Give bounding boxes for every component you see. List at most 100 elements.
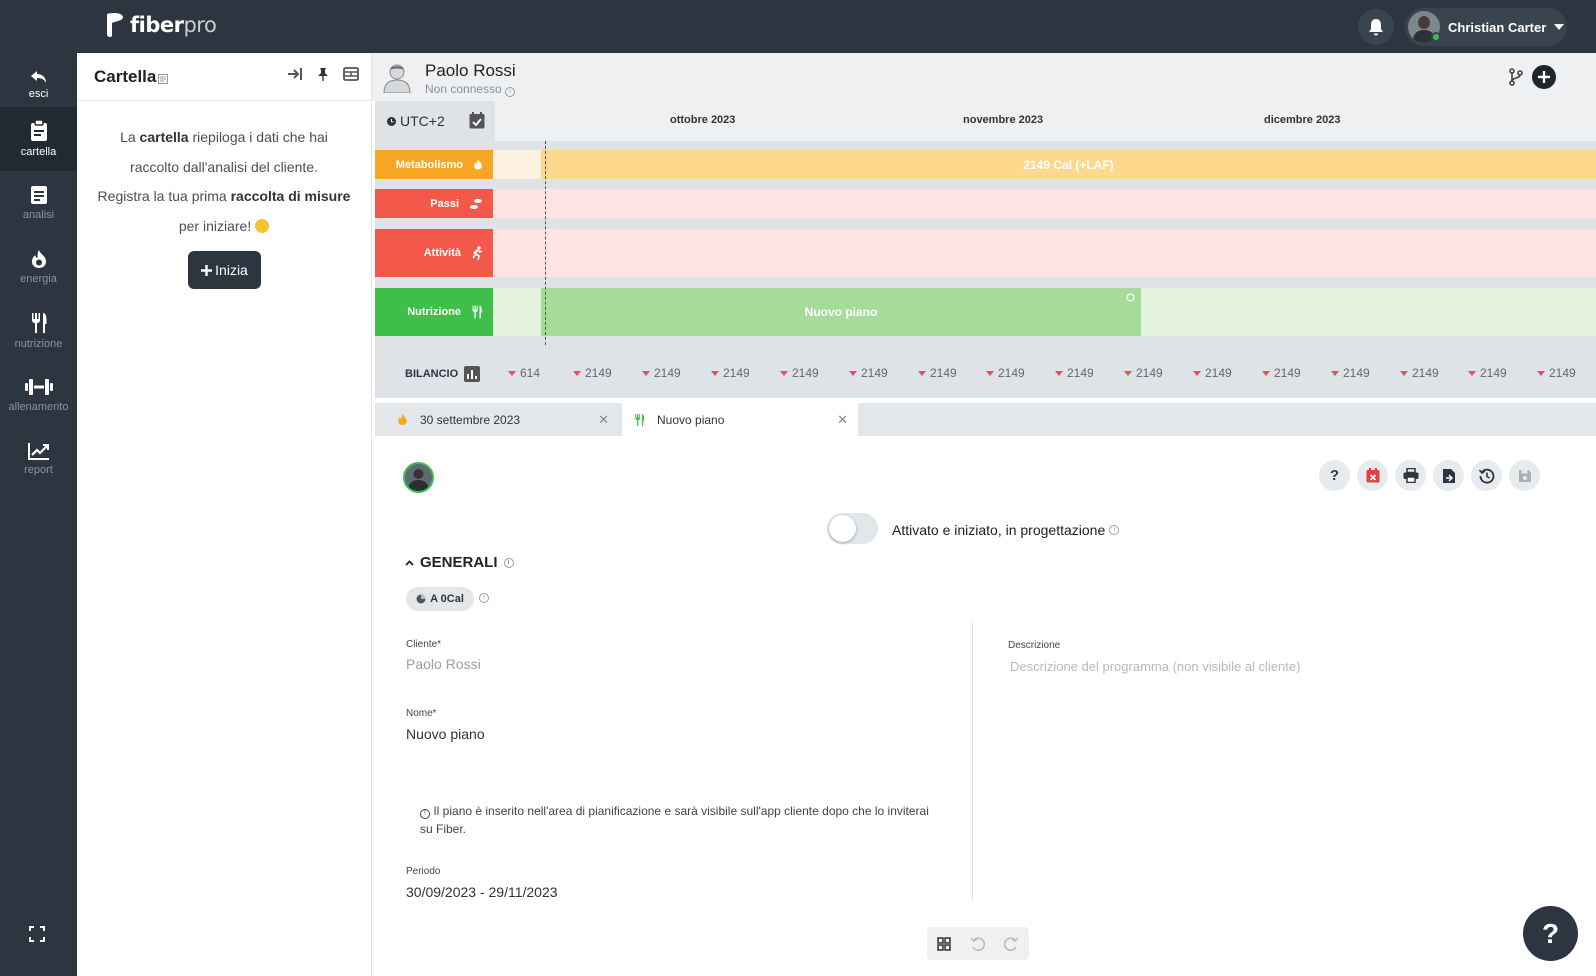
delete-button[interactable] (1357, 460, 1388, 491)
nutrizione-plan-bar[interactable]: Nuovo piano (541, 288, 1141, 336)
nav-energia[interactable]: energia (0, 235, 77, 299)
row-metabolismo[interactable]: Metabolismo (375, 150, 493, 179)
cartella-panel: Cartella La cartella riepiloga i dati ch… (77, 53, 372, 976)
metabolismo-bar-label: 2149 Cal (+LAF) (1023, 157, 1114, 172)
row-passi-track (493, 189, 1596, 218)
running-icon (472, 246, 483, 260)
cartella-header: Cartella (77, 53, 371, 101)
bilancio-value: 2149 (1400, 366, 1439, 380)
printer-icon (1403, 468, 1418, 483)
row-metabolismo-label: Metabolismo (395, 158, 463, 171)
info-icon[interactable]: i (505, 87, 516, 97)
nav-allenamento[interactable]: allenamento (0, 363, 77, 427)
nome-label: Nome* (406, 708, 437, 719)
inizia-button-label: Inizia (215, 262, 248, 278)
metabolismo-bar[interactable]: 2149 Cal (+LAF) (541, 150, 1596, 179)
month-header: ottobre 2023 novembre 2023 dicembre 2023 (495, 101, 1596, 141)
redo-icon[interactable] (1004, 936, 1019, 951)
descrizione-label: Descrizione (1008, 640, 1061, 651)
print-button[interactable] (1395, 460, 1426, 491)
client-status: Non connesso i (425, 82, 516, 97)
flame-icon (31, 250, 46, 268)
calories-chip[interactable]: A 0Cal (406, 587, 474, 611)
calendar-check-icon[interactable] (469, 112, 485, 129)
nav-analisi[interactable]: analisi (0, 171, 77, 235)
pin-icon[interactable] (317, 67, 329, 81)
undo-icon[interactable] (970, 936, 985, 951)
save-button[interactable] (1509, 460, 1540, 491)
back-arrow-icon (30, 71, 46, 83)
tab-energy-date[interactable]: 30 settembre 2023 ✕ (375, 403, 619, 436)
bilancio-value: 2149 (642, 366, 681, 380)
tab-label: Nuovo piano (657, 412, 725, 427)
online-indicator (1431, 32, 1441, 42)
activation-toggle[interactable] (827, 513, 878, 544)
close-tab-icon[interactable]: ✕ (837, 412, 848, 428)
cliente-field[interactable]: Paolo Rossi (406, 656, 481, 672)
bilancio-label: BILANCIO (405, 366, 481, 382)
clipboard-icon (30, 120, 47, 141)
bar-chart-icon[interactable] (464, 366, 481, 382)
month-label: novembre 2023 (963, 114, 1044, 126)
flame-icon (474, 159, 482, 170)
section-title: GENERALI (420, 554, 498, 571)
bilancio-value: 2149 (780, 366, 819, 380)
fullscreen-icon[interactable] (29, 926, 45, 942)
grid-icon[interactable] (936, 936, 951, 951)
bilancio-value: 2149 (1537, 366, 1576, 380)
close-tab-icon[interactable]: ✕ (598, 412, 609, 428)
footsteps-icon (470, 198, 482, 209)
history-button[interactable] (1471, 460, 1502, 491)
plan-toolbar: ? (1319, 460, 1540, 491)
info-icon[interactable]: i (503, 557, 514, 568)
periodo-field[interactable]: 30/09/2023 - 29/11/2023 (406, 884, 558, 900)
section-generali-header[interactable]: GENERALI i (405, 554, 514, 571)
cartella-intro: La cartella riepiloga i dati che hai rac… (97, 129, 351, 234)
periodo-label: Periodo (406, 866, 441, 877)
export-button[interactable] (1433, 460, 1464, 491)
row-passi[interactable]: Passi (375, 189, 493, 218)
bilancio-row: BILANCIO 614 2149 2149 2149 2149 2149 21… (375, 349, 1596, 398)
nutrizione-bar-label: Nuovo piano (804, 305, 878, 319)
cutlery-icon (635, 413, 645, 426)
bilancio-value: 2149 (573, 366, 612, 380)
row-attivita[interactable]: Attività (375, 229, 493, 277)
nav-report[interactable]: report (0, 427, 77, 491)
notifications-button[interactable] (1358, 9, 1394, 45)
info-icon[interactable]: i (479, 593, 489, 603)
cartella-title: Cartella (94, 66, 157, 86)
user-menu[interactable]: Christian Carter (1405, 8, 1567, 46)
row-attivita-track (493, 229, 1596, 277)
bilancio-value: 2149 (1193, 366, 1232, 380)
nav-nutrizione[interactable]: nutrizione (0, 299, 77, 363)
bilancio-value: 2149 (1124, 366, 1163, 380)
smile-emoji-icon (255, 218, 270, 233)
nav-nutrizione-label: nutrizione (14, 338, 63, 350)
layout-icon[interactable] (343, 67, 359, 81)
note-icon[interactable] (158, 73, 169, 84)
nav-analisi-label: analisi (22, 209, 55, 221)
client-avatar-icon (383, 64, 411, 93)
add-button[interactable] (1532, 65, 1556, 89)
info-icon[interactable]: i (1109, 525, 1120, 535)
row-nutrizione[interactable]: Nutrizione (375, 288, 493, 336)
cliente-label: Cliente* (406, 639, 442, 650)
collapse-panel-icon[interactable] (287, 67, 303, 81)
link-icon[interactable] (1126, 293, 1135, 302)
inizia-button[interactable]: Inizia (188, 251, 261, 289)
cutlery-icon (472, 305, 482, 319)
nav-cartella[interactable]: cartella (0, 107, 77, 171)
user-name: Christian Carter (1448, 19, 1547, 35)
month-label: ottobre 2023 (670, 114, 736, 126)
nome-field[interactable]: Nuovo piano (406, 726, 485, 742)
bell-icon (1369, 19, 1383, 36)
bilancio-value: 2149 (849, 366, 888, 380)
cutlery-icon (31, 313, 46, 333)
descrizione-field[interactable]: Descrizione del programma (non visibile … (1010, 659, 1300, 674)
tab-nuovo-piano[interactable]: Nuovo piano ✕ (622, 403, 858, 436)
fiberpro-logo[interactable]: fiberpro (104, 12, 217, 38)
calendar-delete-icon (1366, 468, 1379, 483)
help-button[interactable]: ? (1319, 460, 1350, 491)
help-fab-button[interactable]: ? (1523, 906, 1578, 961)
branch-icon[interactable] (1508, 68, 1524, 86)
